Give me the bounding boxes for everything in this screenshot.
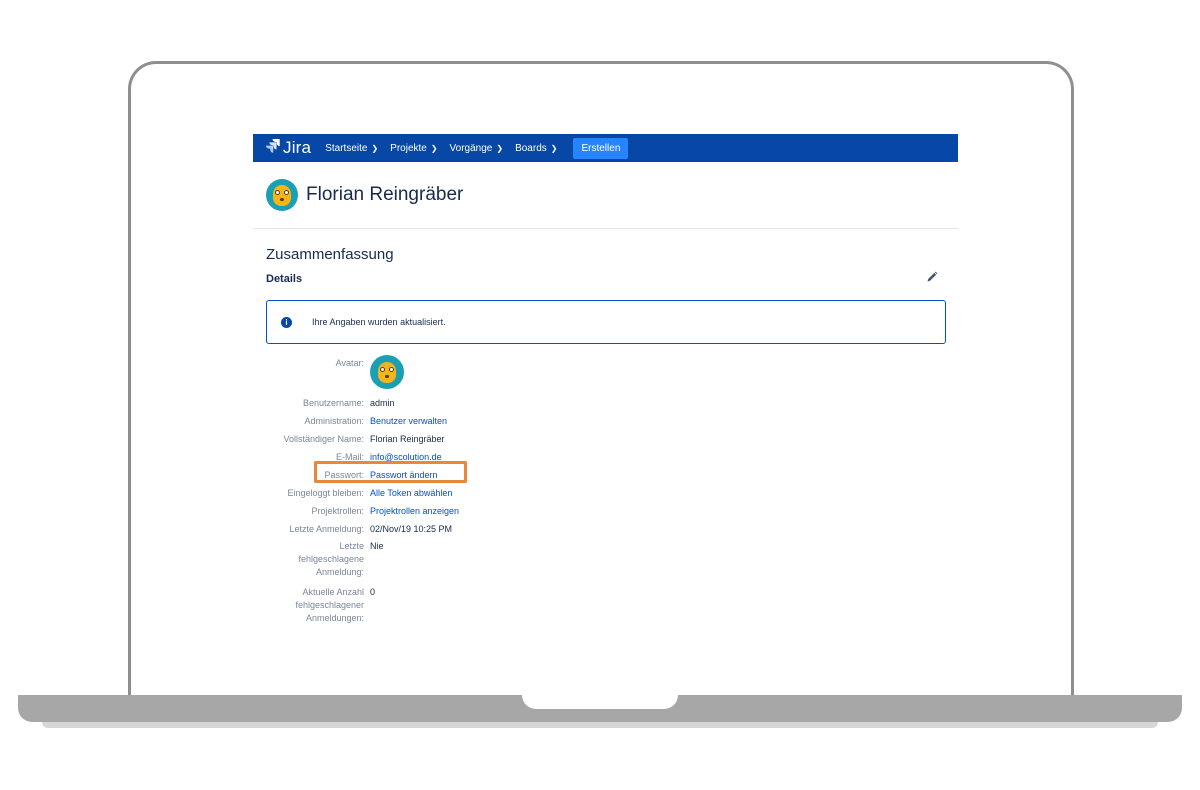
jira-logo-icon: [265, 138, 280, 158]
detail-row-password: Passwort: Passwort ändern: [253, 466, 958, 484]
nav-vorgaenge[interactable]: Vorgänge ❯: [450, 143, 504, 154]
info-icon: i: [281, 316, 292, 328]
chevron-down-icon: ❯: [371, 143, 379, 153]
detail-row-lastlogin: Letzte Anmeldung: 02/Nov/19 10:25 PM: [253, 520, 958, 538]
jira-logo[interactable]: Jira: [265, 138, 311, 158]
chevron-down-icon: ❯: [496, 143, 504, 153]
detail-row-email: E-Mail: info@scolution.de: [253, 448, 958, 466]
profile-name: Florian Reingräber: [306, 184, 464, 205]
nav-item-label: Projekte: [390, 142, 427, 154]
view-project-roles-link[interactable]: Projektrollen anzeigen: [370, 502, 459, 520]
top-navigation: Jira Startseite ❯ Projekte ❯ Vorgänge ❯ …: [253, 134, 958, 162]
password-label: Passwort:: [324, 470, 364, 480]
jira-screen: Jira Startseite ❯ Projekte ❯ Vorgänge ❯ …: [253, 134, 958, 674]
details-header: Details: [266, 270, 938, 288]
avatar-icon: [266, 179, 298, 211]
avatar-icon[interactable]: [370, 355, 404, 389]
clear-tokens-link[interactable]: Alle Token abwählen: [370, 484, 452, 502]
username-label: Benutzername:: [302, 398, 364, 408]
jira-logo-text: Jira: [283, 138, 312, 157]
detail-row-remember: Eingeloggt bleiben: Alle Token abwählen: [253, 484, 958, 502]
nav-item-label: Vorgänge: [449, 142, 493, 154]
details-title: Details: [266, 273, 303, 285]
failedcount-value: 0: [370, 587, 376, 597]
username-value: admin: [370, 398, 395, 408]
detail-row-username: Benutzername: admin: [253, 394, 958, 412]
nav-item-label: Boards: [515, 142, 547, 154]
success-notice: i Ihre Angaben wurden aktualisiert.: [266, 300, 946, 344]
email-label: E-Mail:: [335, 452, 364, 462]
detail-row-failedcount: Aktuelle Anzahl fehlgeschlagener Anmeldu…: [253, 584, 958, 630]
nav-boards[interactable]: Boards ❯: [515, 143, 557, 154]
profile-header: Florian Reingräber: [253, 162, 958, 229]
failedcount-label: Aktuelle Anzahl fehlgeschlagener Anmeldu…: [295, 587, 364, 623]
notice-text: Ihre Angaben wurden aktualisiert.: [312, 317, 446, 327]
nav-projekte[interactable]: Projekte ❯: [390, 143, 437, 154]
detail-row-lastfailed: Letzte fehlgeschlagene Anmeldung: Nie: [253, 538, 958, 584]
nav-startseite[interactable]: Startseite ❯: [325, 143, 378, 154]
detail-row-roles: Projektrollen: Projektrollen anzeigen: [253, 502, 958, 520]
detail-row-fullname: Vollständiger Name: Florian Reingräber: [253, 430, 958, 448]
lastlogin-label: Letzte Anmeldung:: [289, 524, 364, 534]
avatar-label: Avatar:: [335, 358, 364, 368]
nav-item-label: Startseite: [325, 142, 368, 154]
details-list: Avatar: Benutzername: admin Administrati…: [253, 354, 958, 630]
change-password-link[interactable]: Passwort ändern: [370, 466, 438, 484]
laptop-notch: [522, 695, 678, 709]
chevron-down-icon: ❯: [550, 143, 558, 153]
detail-row-avatar: Avatar:: [253, 354, 958, 394]
lastlogin-value: 02/Nov/19 10:25 PM: [370, 524, 453, 534]
avatar-value: [370, 354, 404, 394]
fullname-label: Vollständiger Name:: [283, 434, 364, 444]
laptop-base-shadow: [42, 722, 1158, 728]
lastfailed-value: Nie: [370, 541, 384, 551]
roles-label: Projektrollen:: [311, 506, 364, 516]
email-link[interactable]: info@scolution.de: [370, 448, 442, 466]
chevron-down-icon: ❯: [430, 143, 438, 153]
detail-row-admin: Administration: Benutzer verwalten: [253, 412, 958, 430]
fullname-value: Florian Reingräber: [370, 434, 445, 444]
summary-title: Zusammenfassung: [266, 246, 394, 263]
pencil-icon[interactable]: [926, 270, 938, 288]
admin-label: Administration:: [304, 416, 364, 426]
create-button[interactable]: Erstellen: [573, 137, 629, 159]
remember-label: Eingeloggt bleiben:: [287, 488, 364, 498]
lastfailed-label: Letzte fehlgeschlagene Anmeldung:: [298, 541, 364, 577]
manage-users-link[interactable]: Benutzer verwalten: [370, 412, 447, 430]
